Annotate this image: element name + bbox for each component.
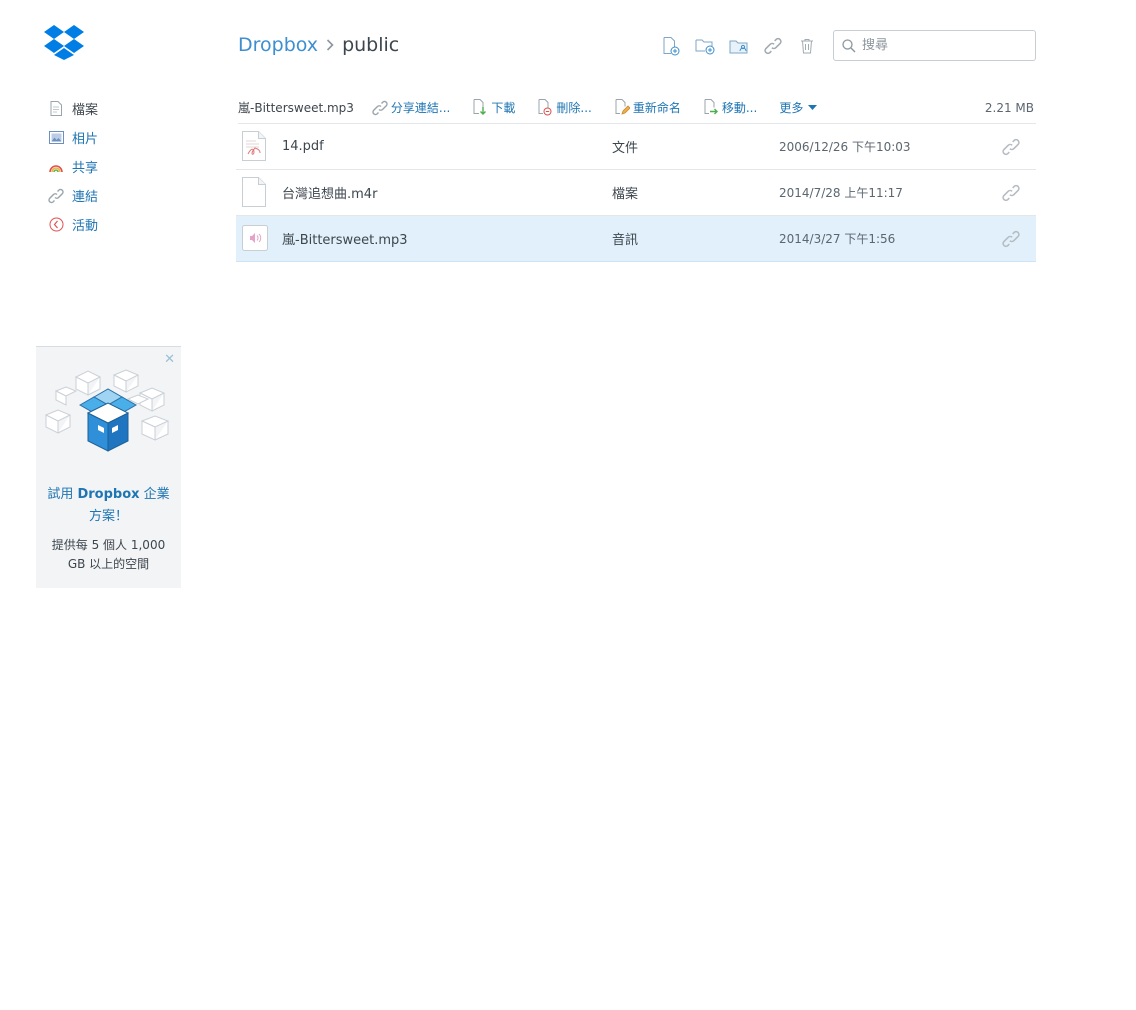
files-icon bbox=[48, 101, 64, 117]
file-kind: 文件 bbox=[612, 141, 639, 156]
file-row[interactable]: 嵐-Bittersweet.mp3 音訊 2014/3/27 下午1:56 bbox=[236, 216, 1036, 262]
sidebar-item-files[interactable]: 檔案 bbox=[48, 94, 178, 123]
file-modified: 2006/12/26 下午10:03 bbox=[779, 140, 911, 154]
pdf-file-icon bbox=[242, 131, 266, 161]
toolbar bbox=[660, 36, 830, 56]
breadcrumb: Dropbox public bbox=[238, 32, 399, 58]
sharing-icon bbox=[48, 159, 64, 175]
promo-title-brand: Dropbox bbox=[77, 487, 140, 502]
selected-file-name: 嵐-Bittersweet.mp3 bbox=[238, 101, 354, 115]
breadcrumb-root[interactable]: Dropbox bbox=[238, 34, 318, 56]
link-icon[interactable] bbox=[762, 36, 784, 56]
sidebar-item-label: 檔案 bbox=[72, 103, 99, 118]
search-input[interactable] bbox=[862, 38, 1022, 53]
rename-label: 重新命名 bbox=[632, 101, 681, 115]
rename-icon bbox=[614, 99, 630, 116]
link-icon[interactable] bbox=[1002, 138, 1020, 156]
sidebar-item-sharing[interactable]: 共享 bbox=[48, 152, 178, 181]
link-icon[interactable] bbox=[1002, 230, 1020, 248]
file-row[interactable]: 14.pdf 文件 2006/12/26 下午10:03 bbox=[236, 124, 1036, 170]
sidebar-item-label: 活動 bbox=[72, 219, 99, 234]
share-link-label: 分享連結... bbox=[390, 101, 451, 115]
delete-label: 刪除... bbox=[556, 101, 592, 115]
links-icon bbox=[48, 188, 64, 204]
file-modified: 2014/3/27 下午1:56 bbox=[779, 232, 896, 246]
download-icon bbox=[472, 99, 488, 116]
caret-down-icon bbox=[808, 104, 818, 111]
file-modified: 2014/7/28 上午11:17 bbox=[779, 186, 903, 200]
link-icon bbox=[372, 100, 388, 116]
move-label: 移動... bbox=[721, 101, 758, 115]
events-icon bbox=[48, 217, 64, 233]
sidebar-item-label: 共享 bbox=[72, 161, 99, 176]
sidebar-nav: 檔案 相片 共享 連結 活動 bbox=[48, 94, 178, 239]
delete-button[interactable]: 刪除... bbox=[537, 99, 592, 116]
selected-file-size: 2.21 MB bbox=[984, 100, 1034, 115]
download-label: 下載 bbox=[491, 101, 516, 115]
sidebar-item-photos[interactable]: 相片 bbox=[48, 123, 178, 152]
new-file-icon[interactable] bbox=[660, 36, 682, 56]
trash-icon[interactable] bbox=[796, 36, 818, 56]
close-icon[interactable]: ✕ bbox=[164, 353, 175, 366]
photos-icon bbox=[48, 130, 64, 146]
rename-button[interactable]: 重新命名 bbox=[614, 99, 681, 116]
new-folder-icon[interactable] bbox=[694, 36, 716, 56]
delete-icon bbox=[537, 99, 553, 116]
boxes-illustration bbox=[42, 369, 174, 461]
action-bar: 嵐-Bittersweet.mp3 分享連結... 下載 刪除... 重新命名 … bbox=[238, 92, 1036, 124]
file-kind: 檔案 bbox=[612, 187, 639, 202]
promo-title[interactable]: 試用 Dropbox 企業方案！ bbox=[36, 484, 181, 528]
more-label: 更多 bbox=[779, 101, 804, 115]
file-row[interactable]: 台灣追想曲.m4r 檔案 2014/7/28 上午11:17 bbox=[236, 170, 1036, 216]
file-name[interactable]: 14.pdf bbox=[282, 139, 324, 154]
download-button[interactable]: 下載 bbox=[472, 99, 515, 116]
file-list: 14.pdf 文件 2006/12/26 下午10:03 台灣追想曲.m4r 檔… bbox=[236, 124, 1036, 262]
search-icon bbox=[842, 38, 856, 53]
promo-description: 提供每 5 個人 1,000 GB 以上的空間 bbox=[51, 538, 166, 571]
file-name[interactable]: 嵐-Bittersweet.mp3 bbox=[282, 229, 408, 248]
dropbox-logo-icon bbox=[44, 25, 84, 60]
link-icon[interactable] bbox=[1002, 184, 1020, 202]
audio-file-icon bbox=[242, 223, 268, 253]
generic-file-icon bbox=[242, 177, 266, 207]
sidebar-item-label: 連結 bbox=[72, 190, 99, 205]
sidebar-item-links[interactable]: 連結 bbox=[48, 181, 178, 210]
dropbox-logo[interactable] bbox=[44, 24, 84, 60]
shared-folder-icon[interactable] bbox=[728, 36, 750, 56]
move-icon bbox=[703, 99, 719, 116]
share-link-button[interactable]: 分享連結... bbox=[372, 99, 450, 116]
sidebar-item-events[interactable]: 活動 bbox=[48, 210, 178, 239]
file-kind: 音訊 bbox=[612, 233, 639, 248]
breadcrumb-current: public bbox=[342, 34, 400, 56]
business-promo-card: ✕ 試用 Dropbox 企業方案！ 提供每 5 個人 1,000 GB 以上的… bbox=[36, 346, 181, 588]
more-menu-button[interactable]: 更多 bbox=[779, 99, 818, 116]
search-box[interactable] bbox=[833, 30, 1036, 61]
file-name[interactable]: 台灣追想曲.m4r bbox=[282, 183, 377, 202]
chevron-right-icon bbox=[326, 36, 334, 55]
move-button[interactable]: 移動... bbox=[703, 99, 757, 116]
sidebar-item-label: 相片 bbox=[72, 132, 99, 147]
promo-title-pre: 試用 bbox=[47, 487, 78, 502]
